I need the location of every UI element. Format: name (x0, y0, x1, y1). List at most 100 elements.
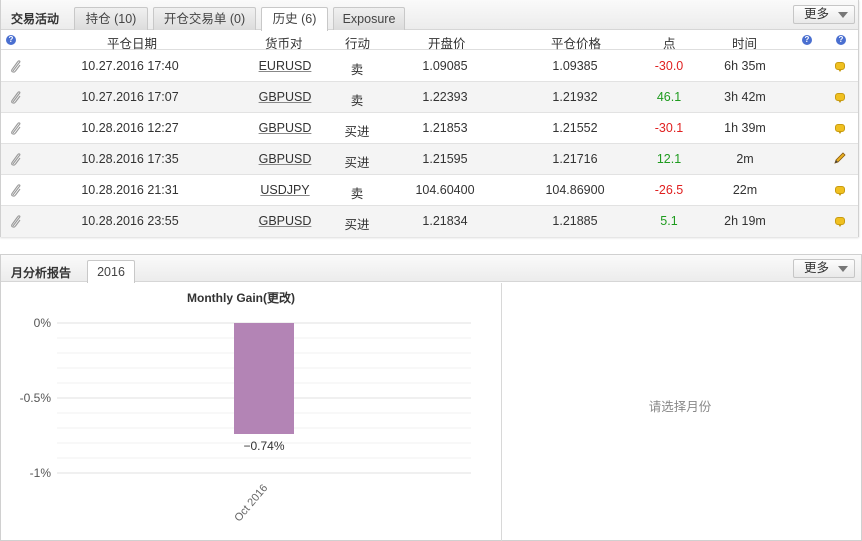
symbol-link[interactable]: GBPUSD (255, 214, 315, 228)
comment-icon[interactable] (835, 186, 845, 196)
column-header-action[interactable]: 行动 (345, 33, 370, 52)
table-row: 10.27.2016 17:07 GBPUSD 卖 1.22393 1.2193… (1, 82, 858, 113)
duration-cell: 3h 42m (724, 90, 766, 104)
table-row: 10.27.2016 17:40 EURUSD 卖 1.09085 1.0938… (1, 51, 858, 82)
paperclip-icon[interactable] (10, 184, 22, 198)
more-button[interactable]: 更多 (793, 5, 855, 24)
paperclip-icon[interactable] (10, 153, 22, 167)
comment-icon[interactable] (835, 62, 845, 72)
close-date-cell: 10.28.2016 23:55 (81, 214, 179, 228)
close-date-cell: 10.28.2016 17:35 (81, 152, 179, 166)
help-icon[interactable]: ? (802, 35, 812, 45)
select-month-message: 请选择月份 (648, 400, 712, 414)
chart-bar[interactable] (234, 323, 294, 434)
pips-cell: 12.1 (656, 152, 682, 166)
panel-title: 月分析报告 (11, 266, 72, 280)
history-table-header: ? 平仓日期 货币对 行动 开盘价 平仓价格 点 时间 ? ? (1, 30, 858, 52)
symbol-link[interactable]: GBPUSD (255, 121, 315, 135)
y-tick-label: -0.5% (20, 391, 52, 405)
duration-cell: 2m (736, 152, 754, 166)
paperclip-icon[interactable] (10, 60, 22, 74)
pips-cell: -30.1 (654, 121, 684, 135)
more-button[interactable]: 更多 (793, 259, 855, 278)
open-price-cell: 1.21834 (422, 214, 468, 228)
close-date-cell: 10.27.2016 17:40 (81, 59, 179, 73)
trading-activity-panel: 交易活动 持仓 (10) 开仓交易单 (0) 历史 (6) Exposure 更… (0, 0, 859, 237)
chart-title: Monthly Gain(更改) (187, 290, 295, 305)
open-price-cell: 1.09085 (422, 59, 468, 73)
paperclip-icon[interactable] (10, 122, 22, 136)
column-header-symbol[interactable]: 货币对 (265, 33, 303, 52)
more-button-label: 更多 (804, 261, 830, 275)
monthly-analysis-panel: 月分析报告 2016 更多 Monthly Gain(更改) 0% -0.5% -1… (0, 254, 862, 541)
help-icon[interactable]: ? (836, 35, 846, 45)
close-price-cell: 1.21716 (552, 152, 598, 166)
action-cell: 卖 (350, 63, 364, 77)
pencil-icon[interactable] (833, 151, 847, 165)
pips-cell: -30.0 (654, 59, 684, 73)
open-price-cell: 104.60400 (415, 183, 475, 197)
y-tick-label: -1% (30, 466, 52, 480)
table-row: 10.28.2016 12:27 GBPUSD 买进 1.21853 1.215… (1, 113, 858, 144)
tab-year-2016[interactable]: 2016 (87, 260, 135, 283)
open-price-cell: 1.21853 (422, 121, 468, 135)
tab-history[interactable]: 历史 (6) (261, 7, 328, 31)
table-row: 10.28.2016 17:35 GBPUSD 买进 1.21595 1.217… (1, 144, 858, 175)
open-price-cell: 1.21595 (422, 152, 468, 166)
duration-cell: 22m (732, 183, 758, 197)
x-axis: Oct 2016 (232, 482, 270, 524)
help-icon[interactable]: ? (6, 35, 16, 45)
bar-data-label: −0.74% (243, 439, 284, 453)
panel-title: 交易活动 (11, 12, 60, 26)
monthly-analysis-tabbar: 月分析报告 2016 更多 (1, 255, 861, 283)
action-cell: 卖 (350, 187, 364, 201)
column-header-pips[interactable]: 点 (663, 33, 676, 52)
table-row: 10.28.2016 23:55 GBPUSD 买进 1.21834 1.218… (1, 206, 858, 237)
more-button-label: 更多 (804, 7, 830, 21)
close-price-cell: 1.21932 (552, 90, 598, 104)
symbol-link[interactable]: USDJPY (255, 183, 315, 197)
column-header-close-date[interactable]: 平仓日期 (107, 33, 157, 52)
paperclip-icon[interactable] (10, 91, 22, 105)
pips-cell: 5.1 (660, 214, 678, 228)
y-axis: 0% -0.5% -1% (20, 316, 52, 480)
duration-cell: 6h 35m (724, 59, 766, 73)
open-price-cell: 1.22393 (422, 90, 468, 104)
paperclip-icon[interactable] (10, 215, 22, 229)
tab-open-orders[interactable]: 开仓交易单 (0) (153, 7, 256, 30)
tab-open-positions[interactable]: 持仓 (10) (74, 7, 148, 30)
chevron-down-icon (838, 12, 848, 18)
symbol-link[interactable]: GBPUSD (255, 152, 315, 166)
comment-icon[interactable] (835, 217, 845, 227)
column-header-close-price[interactable]: 平仓价格 (551, 33, 601, 52)
tab-exposure[interactable]: Exposure (333, 7, 405, 30)
chevron-down-icon (838, 266, 848, 272)
x-tick-label: Oct 2016 (232, 482, 270, 524)
duration-cell: 1h 39m (724, 121, 766, 135)
close-price-cell: 104.86900 (545, 183, 605, 197)
close-price-cell: 1.09385 (552, 59, 598, 73)
table-row: 10.28.2016 21:31 USDJPY 卖 104.60400 104.… (1, 175, 858, 206)
close-date-cell: 10.28.2016 21:31 (81, 183, 179, 197)
trading-activity-tabbar: 交易活动 持仓 (10) 开仓交易单 (0) 历史 (6) Exposure 更… (1, 0, 858, 31)
column-header-duration[interactable]: 时间 (732, 33, 757, 52)
close-date-cell: 10.28.2016 12:27 (81, 121, 179, 135)
y-tick-label: 0% (34, 316, 52, 330)
action-cell: 买进 (344, 218, 370, 232)
pips-cell: -26.5 (654, 183, 684, 197)
chart-bars: −0.74% (234, 323, 294, 453)
action-cell: 买进 (344, 156, 370, 170)
duration-cell: 2h 19m (724, 214, 766, 228)
comment-icon[interactable] (835, 93, 845, 103)
monthly-gain-chart: Monthly Gain(更改) 0% -0.5% -1% −0.74% Oct 2… (20, 290, 471, 524)
action-cell: 卖 (350, 94, 364, 108)
close-price-cell: 1.21885 (552, 214, 598, 228)
column-header-open-price[interactable]: 开盘价 (428, 33, 466, 52)
close-date-cell: 10.27.2016 17:07 (81, 90, 179, 104)
symbol-link[interactable]: GBPUSD (255, 90, 315, 104)
symbol-link[interactable]: EURUSD (255, 59, 315, 73)
action-cell: 买进 (344, 125, 370, 139)
close-price-cell: 1.21552 (552, 121, 598, 135)
pips-cell: 46.1 (656, 90, 682, 104)
comment-icon[interactable] (835, 124, 845, 134)
